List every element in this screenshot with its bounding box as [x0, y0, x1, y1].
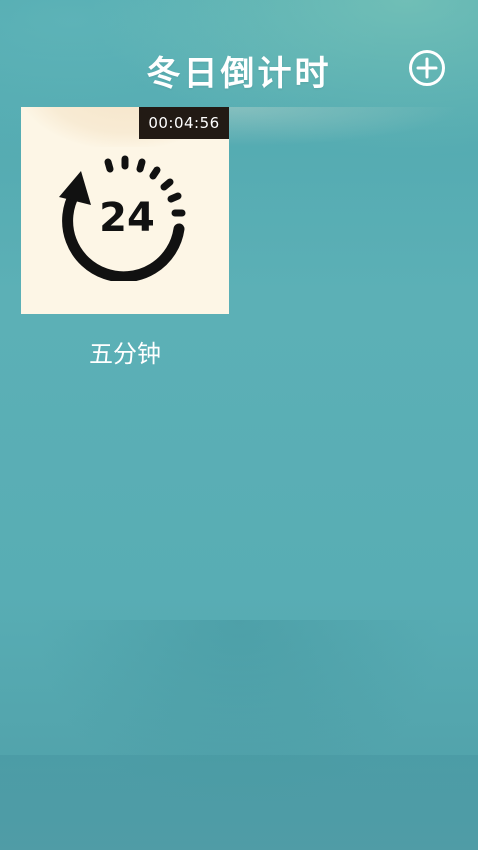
background-band	[0, 755, 478, 850]
header-decoration	[229, 107, 461, 147]
add-timer-button[interactable]	[408, 49, 446, 87]
app-header: 冬日倒计时	[0, 38, 478, 102]
timer-card[interactable]: 00:04:56 24 五分钟	[21, 107, 229, 369]
timer-thumbnail[interactable]: 00:04:56 24	[21, 107, 229, 314]
24-hour-countdown-icon: 24	[59, 155, 186, 281]
timer-name: 五分钟	[89, 340, 161, 368]
remaining-time-badge: 00:04:56	[139, 107, 229, 139]
icon-24-label: 24	[99, 195, 155, 241]
plus-circle-icon	[409, 50, 445, 86]
page-title: 冬日倒计时	[146, 54, 332, 94]
